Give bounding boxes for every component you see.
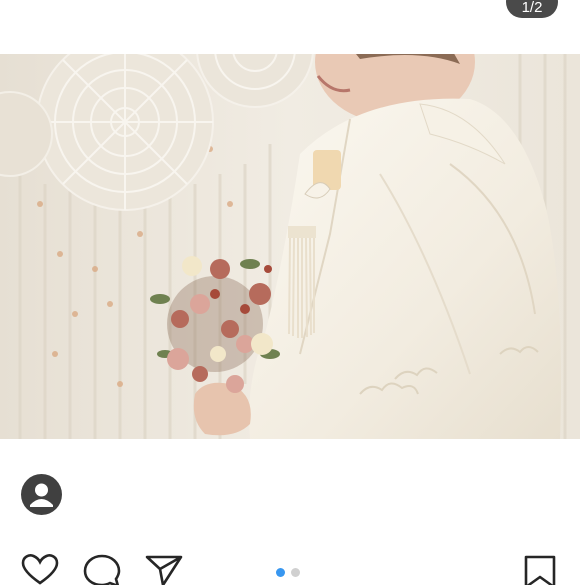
speech-bubble-icon <box>83 554 121 585</box>
share-button[interactable] <box>145 555 183 585</box>
paper-plane-icon <box>145 555 183 585</box>
user-silhouette-icon <box>30 483 53 507</box>
carousel-indicator <box>276 568 300 577</box>
carousel-counter-badge: 1/2 <box>506 0 558 18</box>
save-button[interactable] <box>522 555 560 585</box>
post-photo[interactable] <box>0 54 580 439</box>
comment-button[interactable] <box>83 554 121 585</box>
heart-icon <box>21 554 59 585</box>
like-button[interactable] <box>21 554 59 585</box>
carousel-dot <box>291 568 300 577</box>
bookmark-icon <box>524 555 556 585</box>
user-avatar[interactable] <box>21 474 62 515</box>
post-photo-illustration <box>0 54 580 439</box>
carousel-dot-active <box>276 568 285 577</box>
